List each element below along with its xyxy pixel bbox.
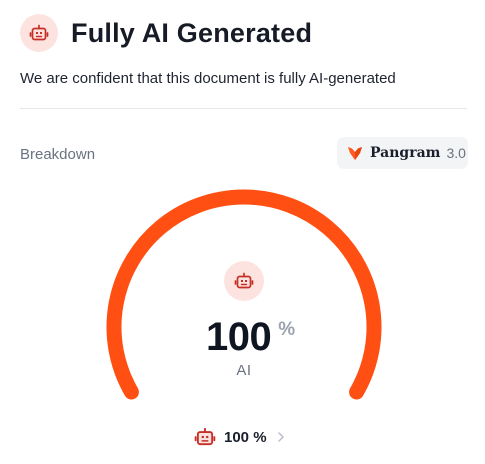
chevron-right-icon [277, 432, 284, 442]
score-unit: % [278, 319, 296, 340]
score-value: 100 [206, 315, 272, 359]
robot-icon [194, 427, 216, 446]
score-caption: AI [236, 362, 252, 379]
ai-summary-row[interactable]: 100 % [194, 426, 285, 448]
summary-percent: 100 % [224, 428, 267, 446]
score-row: 100 % [206, 313, 295, 361]
ai-score-gauge [106, 189, 382, 400]
robot-icon [234, 272, 254, 289]
gauge-robot-badge [224, 261, 264, 301]
